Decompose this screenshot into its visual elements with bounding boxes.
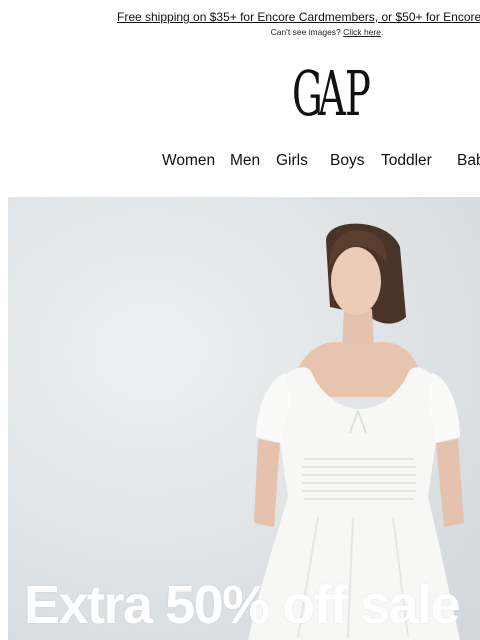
- hero-model-photo: [248, 223, 464, 640]
- category-nav: Women Men Girls Boys Toddler Baby: [0, 152, 480, 172]
- nav-item-toddler[interactable]: Toddler: [381, 152, 432, 170]
- promo-banner-link[interactable]: Free shipping on $35+ for Encore Cardmem…: [117, 10, 480, 24]
- images-notice: Can't see images? Click here.: [0, 27, 480, 37]
- nav-item-baby[interactable]: Baby: [457, 152, 480, 170]
- images-notice-text: Can't see images?: [270, 27, 341, 37]
- nav-item-girls[interactable]: Girls: [276, 152, 308, 170]
- nav-item-boys[interactable]: Boys: [330, 152, 364, 170]
- images-notice-suffix: .: [380, 27, 384, 37]
- hero-banner[interactable]: Extra 50% off sale: [8, 197, 480, 640]
- nav-item-women[interactable]: Women: [162, 152, 215, 170]
- hero-headline: Extra 50% off sale: [24, 575, 461, 635]
- nav-item-men[interactable]: Men: [230, 152, 260, 170]
- click-here-link[interactable]: Click here: [343, 27, 381, 37]
- logo-letter-a: A: [318, 57, 346, 130]
- logo-letter-p: P: [345, 57, 371, 130]
- gap-logo[interactable]: G A P: [290, 62, 372, 130]
